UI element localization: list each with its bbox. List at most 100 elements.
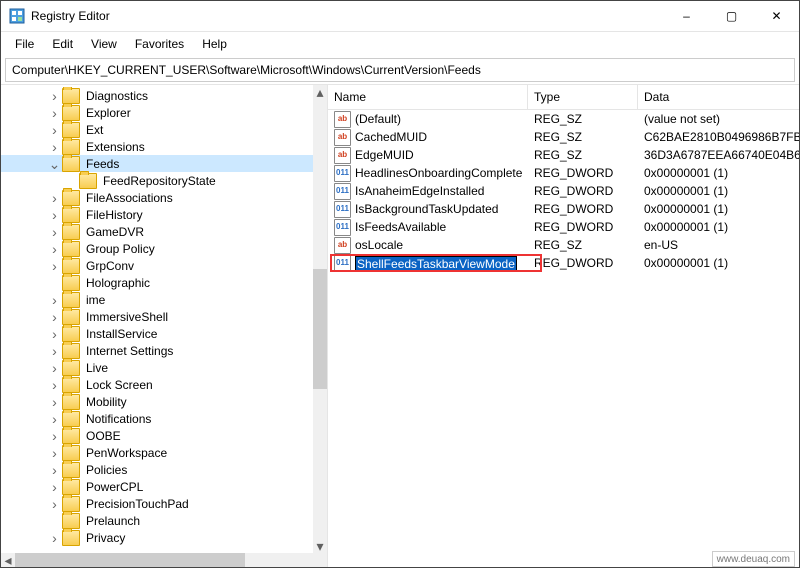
address-text: Computer\HKEY_CURRENT_USER\Software\Micr… bbox=[12, 63, 481, 77]
tree-item[interactable]: ›Ext bbox=[1, 121, 313, 138]
chevron-right-icon[interactable]: › bbox=[47, 412, 62, 426]
folder-icon bbox=[62, 428, 80, 444]
folder-icon bbox=[62, 309, 80, 325]
tree-item[interactable]: › Notifications bbox=[1, 410, 313, 427]
tree-item[interactable]: ›Policies bbox=[1, 461, 313, 478]
binary-value-icon: 011 bbox=[334, 219, 351, 236]
chevron-right-icon[interactable]: › bbox=[47, 106, 62, 120]
tree-item[interactable]: ›Mobility bbox=[1, 393, 313, 410]
tree-item[interactable]: ⌄ Feeds bbox=[1, 155, 313, 172]
tree-item[interactable]: ›PrecisionTouchPad bbox=[1, 495, 313, 512]
tree-item[interactable]: ›FileAssociations bbox=[1, 189, 313, 206]
tree-item[interactable]: ›InstallService bbox=[1, 325, 313, 342]
chevron-right-icon[interactable]: › bbox=[47, 327, 62, 341]
value-row[interactable]: 011ShellFeedsTaskbarViewModeREG_DWORD0x0… bbox=[328, 254, 799, 272]
tree-item[interactable]: ›Internet Settings bbox=[1, 342, 313, 359]
values-list[interactable]: ab(Default)REG_SZ(value not set)abCached… bbox=[328, 110, 799, 567]
tree-item-label: Feeds bbox=[84, 157, 121, 171]
tree-item[interactable]: › GameDVR bbox=[1, 223, 313, 240]
chevron-right-icon[interactable]: › bbox=[47, 225, 62, 239]
chevron-right-icon[interactable]: › bbox=[47, 191, 62, 205]
value-row[interactable]: 011IsFeedsAvailableREG_DWORD0x00000001 (… bbox=[328, 218, 799, 236]
scroll-up-icon[interactable]: ▴ bbox=[313, 85, 327, 99]
binary-value-icon: 011 bbox=[334, 201, 351, 218]
tree-item[interactable]: ›Lock Screen bbox=[1, 376, 313, 393]
chevron-right-icon[interactable]: › bbox=[47, 344, 62, 358]
value-row[interactable]: 011HeadlinesOnboardingCompleteREG_DWORD0… bbox=[328, 164, 799, 182]
scrollbar-thumb[interactable] bbox=[313, 269, 327, 389]
title-bar[interactable]: Registry Editor – ▢ ✕ bbox=[1, 1, 799, 32]
chevron-down-icon[interactable]: ⌄ bbox=[47, 157, 62, 171]
maximize-button[interactable]: ▢ bbox=[709, 1, 754, 31]
chevron-right-icon[interactable]: › bbox=[47, 480, 62, 494]
value-name-edit[interactable]: ShellFeedsTaskbarViewMode bbox=[355, 256, 517, 271]
tree-item[interactable]: ›FileHistory bbox=[1, 206, 313, 223]
value-type: REG_DWORD bbox=[528, 256, 638, 270]
chevron-right-icon[interactable]: › bbox=[47, 395, 62, 409]
folder-icon bbox=[62, 139, 80, 155]
folder-icon bbox=[62, 190, 80, 206]
value-row[interactable]: ab(Default)REG_SZ(value not set) bbox=[328, 110, 799, 128]
chevron-right-icon[interactable]: › bbox=[47, 310, 62, 324]
value-name: osLocale bbox=[355, 238, 403, 252]
column-data[interactable]: Data bbox=[638, 85, 799, 109]
value-row[interactable]: abCachedMUIDREG_SZC62BAE2810B0496986B7FB… bbox=[328, 128, 799, 146]
tree-horizontal-scrollbar[interactable]: ◂ ▸ bbox=[1, 553, 327, 567]
chevron-right-icon[interactable]: › bbox=[47, 446, 62, 460]
value-row[interactable]: abosLocaleREG_SZen-US bbox=[328, 236, 799, 254]
chevron-right-icon[interactable]: › bbox=[47, 140, 62, 154]
tree-item[interactable]: ›PowerCPL bbox=[1, 478, 313, 495]
value-type: REG_DWORD bbox=[528, 202, 638, 216]
tree-item[interactable]: › Extensions bbox=[1, 138, 313, 155]
tree-item[interactable]: ›Group Policy bbox=[1, 240, 313, 257]
chevron-right-icon[interactable]: › bbox=[47, 497, 62, 511]
chevron-right-icon[interactable]: › bbox=[47, 531, 62, 545]
tree-item[interactable]: Prelaunch bbox=[1, 512, 313, 529]
tree-item[interactable]: ›GrpConv bbox=[1, 257, 313, 274]
value-row[interactable]: 011IsAnaheimEdgeInstalledREG_DWORD0x0000… bbox=[328, 182, 799, 200]
value-name-cell: abosLocale bbox=[328, 237, 528, 254]
minimize-button[interactable]: – bbox=[664, 1, 709, 31]
value-data: 36D3A6787EEA66740E04B6D bbox=[638, 148, 799, 162]
close-button[interactable]: ✕ bbox=[754, 1, 799, 31]
registry-tree[interactable]: ›Diagnostics›Explorer›Ext›Extensions⌄Fee… bbox=[1, 87, 313, 553]
value-row[interactable]: 011IsBackgroundTaskUpdatedREG_DWORD0x000… bbox=[328, 200, 799, 218]
menu-favorites[interactable]: Favorites bbox=[127, 35, 192, 53]
menu-help[interactable]: Help bbox=[194, 35, 235, 53]
tree-item[interactable]: ›OOBE bbox=[1, 427, 313, 444]
tree-item-label: Notifications bbox=[84, 412, 153, 426]
chevron-right-icon[interactable]: › bbox=[47, 293, 62, 307]
menu-edit[interactable]: Edit bbox=[44, 35, 81, 53]
tree-item[interactable]: ›ime bbox=[1, 291, 313, 308]
tree-item[interactable]: ›Live bbox=[1, 359, 313, 376]
tree-item-label: Extensions bbox=[84, 140, 147, 154]
chevron-right-icon[interactable]: › bbox=[47, 123, 62, 137]
value-row[interactable]: abEdgeMUIDREG_SZ36D3A6787EEA66740E04B6D bbox=[328, 146, 799, 164]
tree-item[interactable]: ›Explorer bbox=[1, 104, 313, 121]
tree-item-label: GameDVR bbox=[84, 225, 146, 239]
chevron-right-icon[interactable]: › bbox=[47, 361, 62, 375]
column-name[interactable]: Name bbox=[328, 85, 528, 109]
value-name-cell: 011ShellFeedsTaskbarViewMode bbox=[328, 255, 528, 272]
tree-item[interactable]: Holographic bbox=[1, 274, 313, 291]
chevron-right-icon[interactable]: › bbox=[47, 259, 62, 273]
chevron-right-icon[interactable]: › bbox=[47, 89, 62, 103]
tree-item[interactable]: ›Privacy bbox=[1, 529, 313, 546]
address-bar[interactable]: Computer\HKEY_CURRENT_USER\Software\Micr… bbox=[5, 58, 795, 82]
menu-file[interactable]: File bbox=[7, 35, 42, 53]
scroll-left-icon[interactable]: ◂ bbox=[1, 553, 15, 567]
chevron-right-icon[interactable]: › bbox=[47, 208, 62, 222]
chevron-right-icon[interactable]: › bbox=[47, 429, 62, 443]
chevron-right-icon[interactable]: › bbox=[47, 378, 62, 392]
column-type[interactable]: Type bbox=[528, 85, 638, 109]
chevron-right-icon[interactable]: › bbox=[47, 242, 62, 256]
tree-vertical-scrollbar[interactable]: ▴ ▾ bbox=[313, 85, 327, 553]
tree-item[interactable]: FeedRepositoryState bbox=[1, 172, 313, 189]
tree-item[interactable]: ›Diagnostics bbox=[1, 87, 313, 104]
value-type: REG_DWORD bbox=[528, 220, 638, 234]
menu-view[interactable]: View bbox=[83, 35, 125, 53]
tree-item[interactable]: ›ImmersiveShell bbox=[1, 308, 313, 325]
tree-item[interactable]: ›PenWorkspace bbox=[1, 444, 313, 461]
scrollbar-thumb[interactable] bbox=[15, 553, 245, 567]
chevron-right-icon[interactable]: › bbox=[47, 463, 62, 477]
